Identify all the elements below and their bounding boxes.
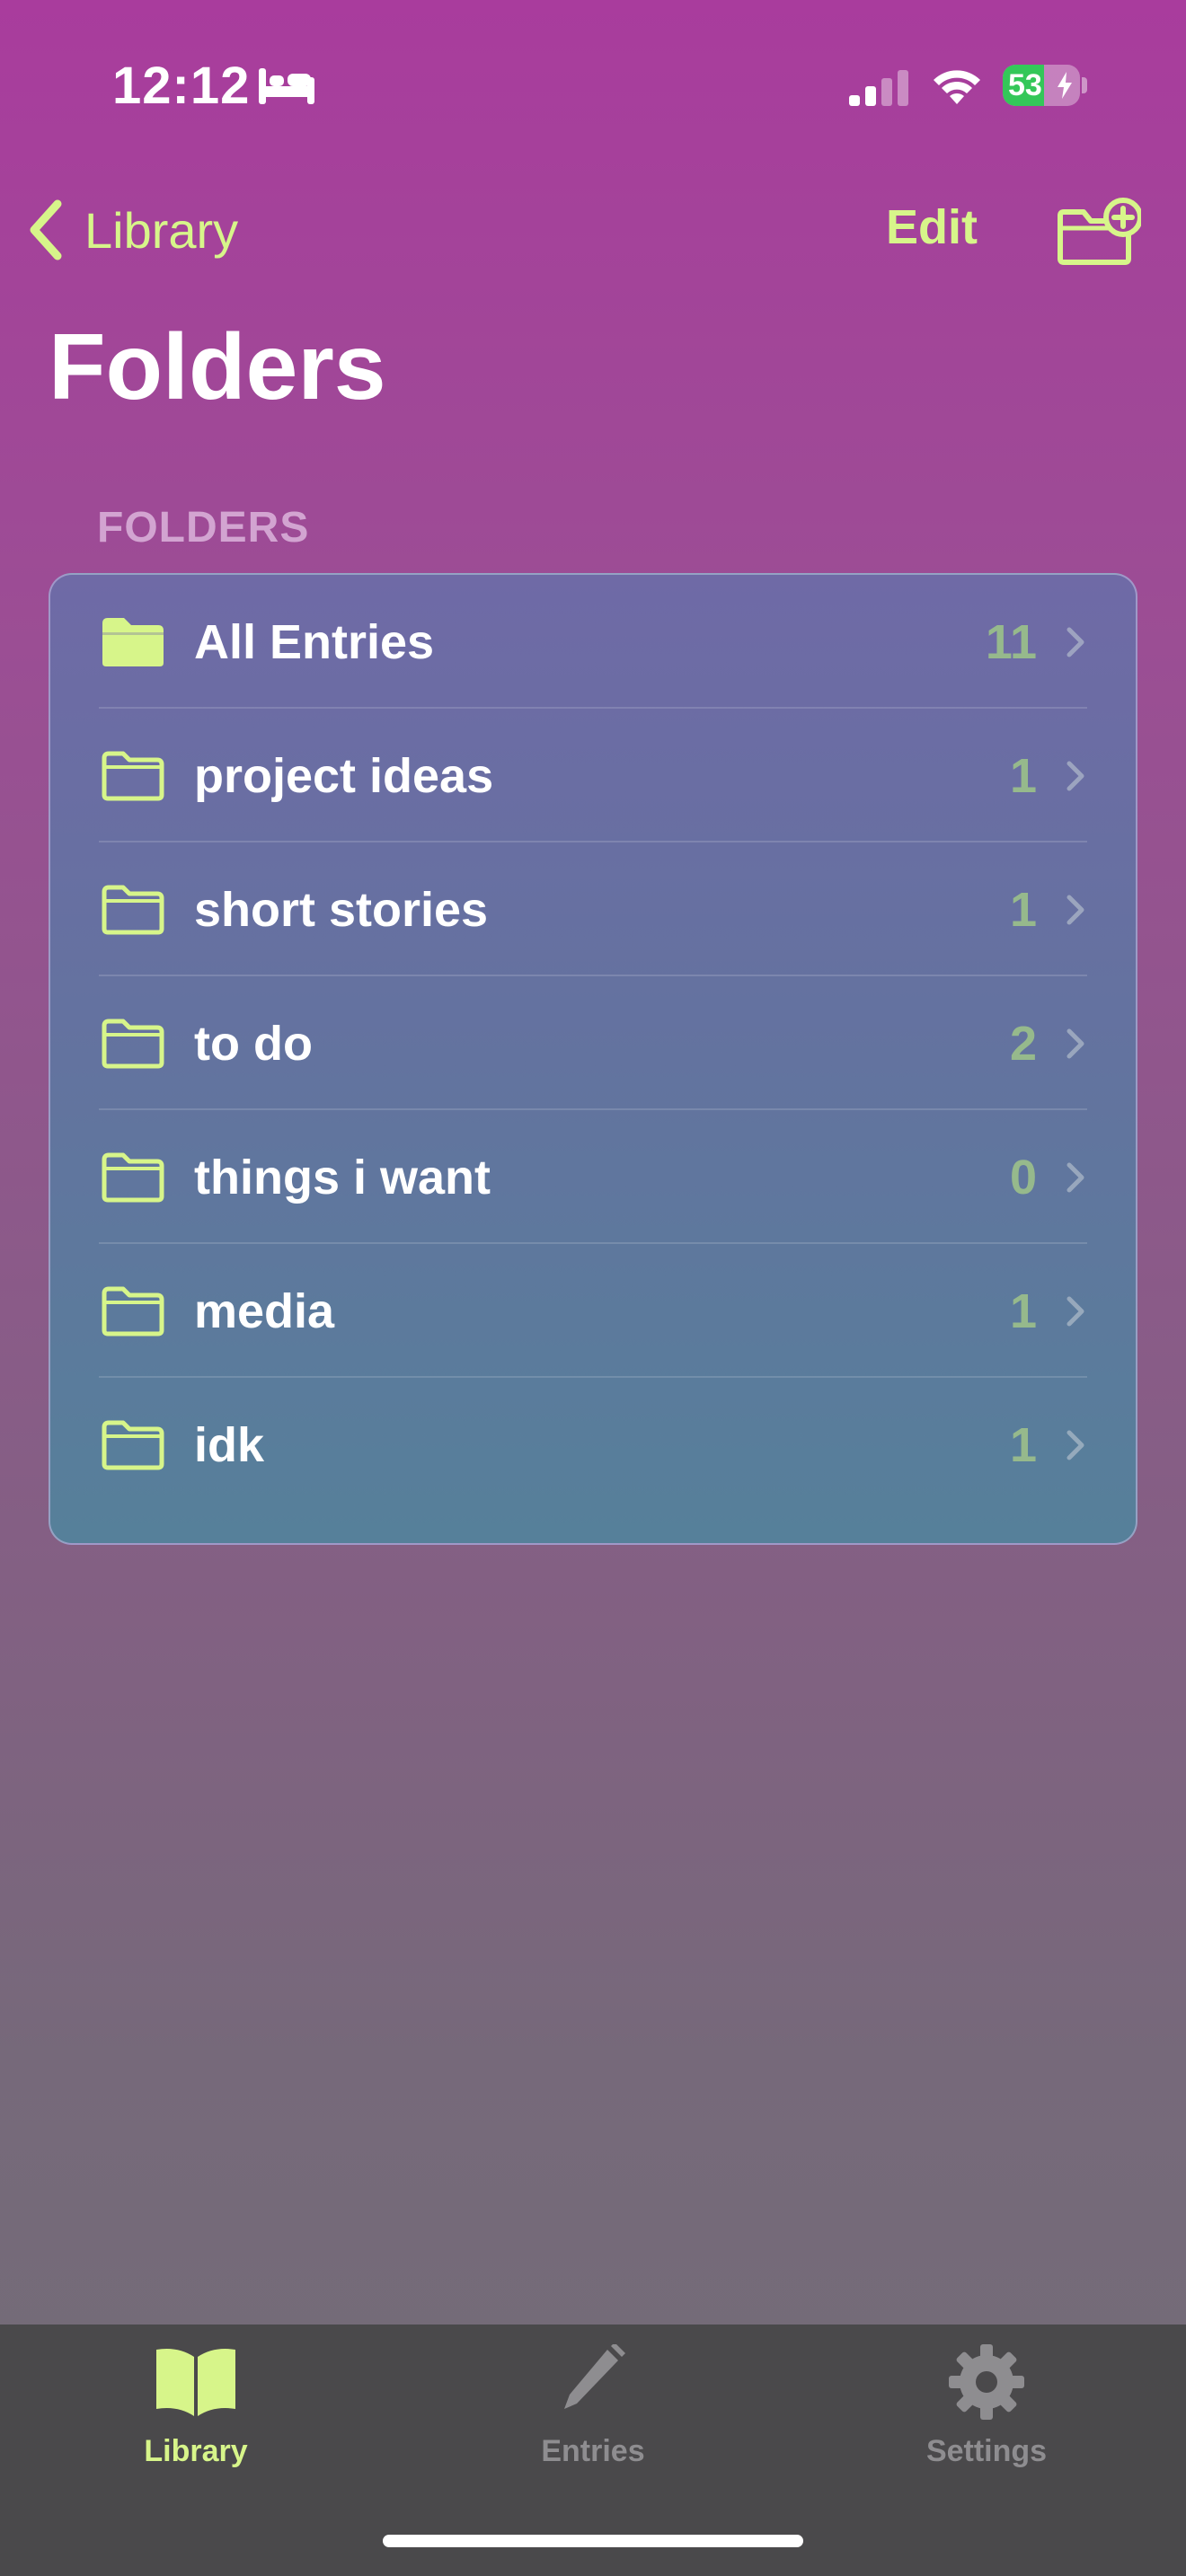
page-title: Folders xyxy=(49,315,386,419)
chevron-left-icon xyxy=(30,199,62,260)
wifi-icon xyxy=(934,70,980,104)
back-button[interactable]: Library xyxy=(25,196,238,264)
home-indicator[interactable] xyxy=(383,2535,803,2547)
edit-button[interactable]: Edit xyxy=(886,199,978,255)
section-header: FOLDERS xyxy=(97,504,310,551)
tab-entries[interactable]: Entries xyxy=(485,2344,701,2479)
tab-label: Settings xyxy=(925,2434,1048,2468)
battery-percent: 53 xyxy=(1008,68,1042,102)
bed-icon xyxy=(259,68,314,104)
chevron-right-icon xyxy=(1067,1430,1084,1460)
status-time: 12:12 xyxy=(112,57,251,115)
folder-row[interactable]: to do 2 xyxy=(50,976,1136,1110)
folder-count: 1 xyxy=(1009,748,1037,803)
battery-charging-icon: 53 xyxy=(1003,65,1087,108)
book-icon xyxy=(156,2349,235,2416)
folder-outline-icon xyxy=(102,1286,164,1336)
chevron-right-icon xyxy=(1067,1162,1084,1192)
chevron-right-icon xyxy=(1067,761,1084,790)
folder-outline-icon xyxy=(102,1152,164,1202)
folder-plus-icon[interactable] xyxy=(1055,198,1141,266)
folder-count: 11 xyxy=(985,614,1037,669)
folder-outline-icon xyxy=(102,751,164,800)
folder-name: to do xyxy=(194,1016,313,1071)
cellular-signal-icon xyxy=(849,70,908,106)
folder-row[interactable]: things i want 0 xyxy=(50,1110,1136,1244)
folder-name: media xyxy=(194,1284,335,1338)
folder-count: 0 xyxy=(1009,1150,1037,1204)
folder-count: 1 xyxy=(1009,1417,1037,1472)
tab-settings[interactable]: Settings xyxy=(879,2344,1094,2479)
folder-outline-icon xyxy=(102,1019,164,1068)
chevron-right-icon xyxy=(1067,1028,1084,1058)
folder-outline-icon xyxy=(102,885,164,934)
bolt-icon xyxy=(1058,72,1072,99)
folder-name: short stories xyxy=(194,882,489,937)
folder-name: things i want xyxy=(194,1150,491,1204)
folder-name: All Entries xyxy=(194,614,435,669)
back-button-label: Library xyxy=(84,201,239,259)
chevron-right-icon xyxy=(1067,627,1084,657)
folder-row-all-entries[interactable]: All Entries 11 xyxy=(50,575,1136,709)
folder-count: 1 xyxy=(1009,882,1037,937)
gear-icon xyxy=(949,2344,1024,2420)
folder-list: All Entries 11 project ideas 1 short sto… xyxy=(49,573,1137,1545)
folder-row[interactable]: media 1 xyxy=(50,1244,1136,1378)
folder-count: 1 xyxy=(1009,1284,1037,1338)
folder-row[interactable]: short stories 1 xyxy=(50,842,1136,976)
folder-filled-icon xyxy=(102,617,164,666)
folder-row[interactable]: project ideas 1 xyxy=(50,709,1136,842)
pencil-icon xyxy=(564,2344,625,2409)
tab-library[interactable]: Library xyxy=(88,2344,304,2479)
folder-count: 2 xyxy=(1009,1016,1037,1071)
folder-outline-icon xyxy=(102,1420,164,1469)
chevron-right-icon xyxy=(1067,1296,1084,1326)
chevron-right-icon xyxy=(1067,895,1084,924)
tab-label: Library xyxy=(144,2434,248,2468)
folder-name: idk xyxy=(194,1417,265,1472)
folder-row[interactable]: idk 1 xyxy=(50,1378,1136,1512)
tab-label: Entries xyxy=(541,2434,645,2468)
folder-name: project ideas xyxy=(194,748,494,803)
